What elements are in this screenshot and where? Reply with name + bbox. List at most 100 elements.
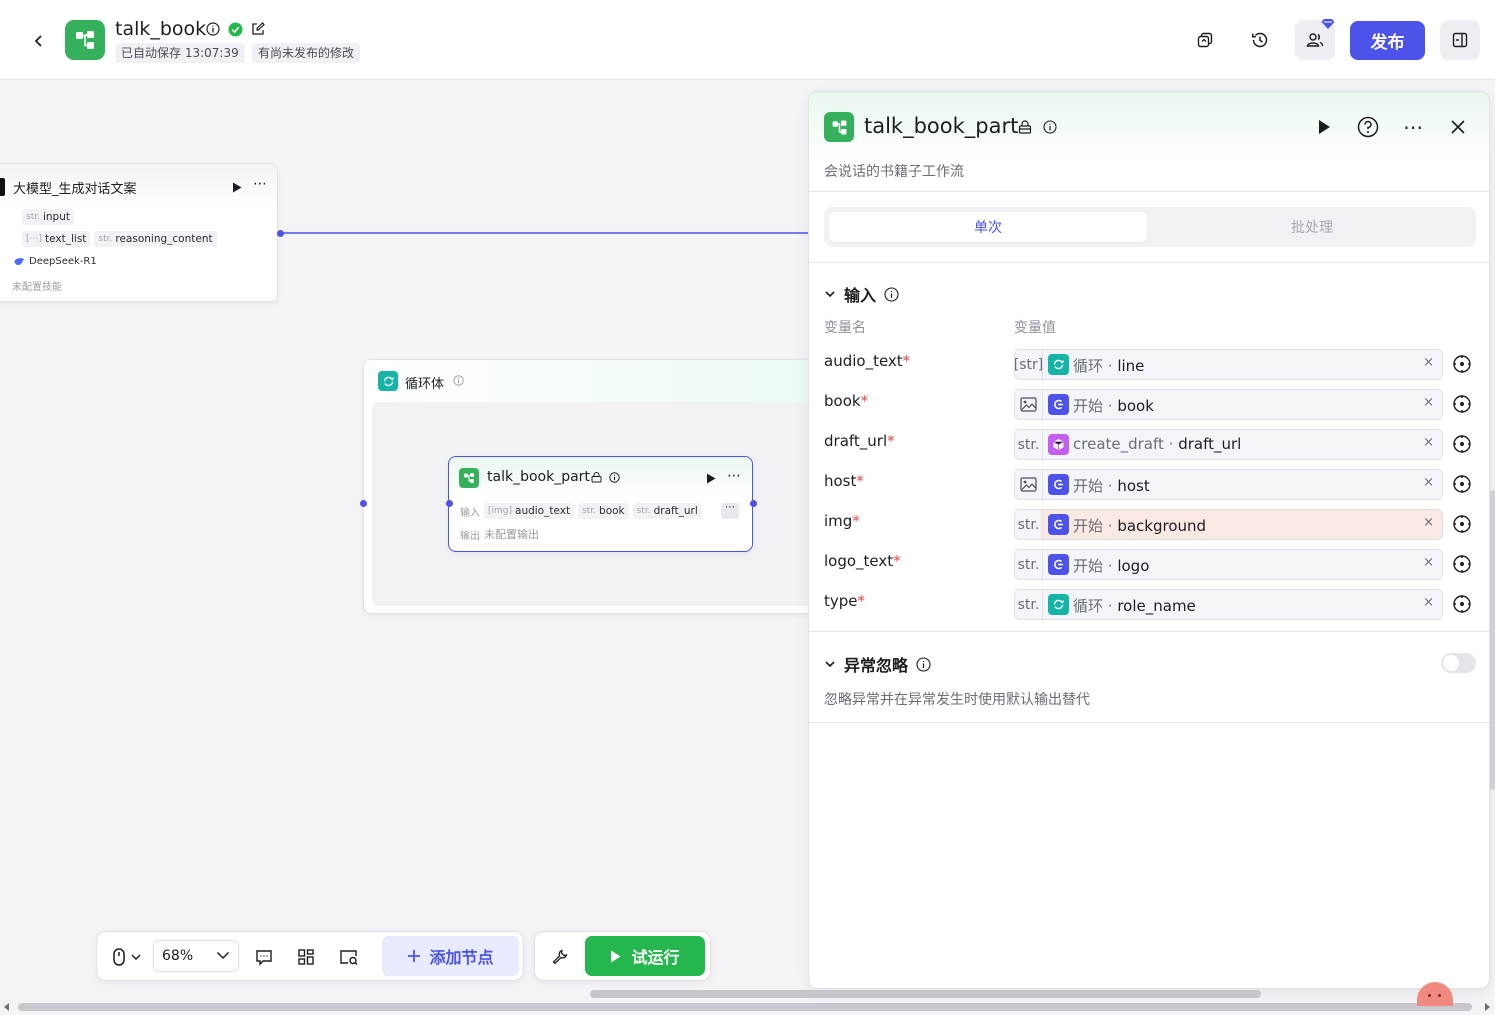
- add-node-button[interactable]: 添加节点: [382, 936, 519, 976]
- back-chevron-icon[interactable]: [28, 30, 50, 52]
- clear-icon[interactable]: ×: [1423, 515, 1434, 530]
- test-run-button[interactable]: 试运行: [585, 936, 705, 976]
- history-button[interactable]: [1240, 20, 1280, 60]
- deepseek-icon: [14, 257, 25, 266]
- loop-source-icon: [1048, 594, 1069, 615]
- target-select-icon[interactable]: [1452, 394, 1472, 414]
- clear-icon[interactable]: ×: [1423, 475, 1434, 490]
- variable-value-field[interactable]: 开始 · book ×: [1014, 389, 1443, 420]
- wrench-icon[interactable]: [547, 944, 573, 970]
- info-icon[interactable]: [206, 22, 220, 36]
- target-select-icon[interactable]: [1452, 434, 1472, 454]
- info-icon[interactable]: [1043, 120, 1057, 134]
- column-header-value: 变量值: [1014, 320, 1056, 336]
- node-config-panel: talk_book_part ⋯ 会说话的书籍子工作流 单次 批处理 输入 变量…: [808, 91, 1490, 989]
- auto-layout-icon[interactable]: [293, 944, 319, 970]
- info-icon[interactable]: [884, 286, 899, 302]
- run-node-button[interactable]: [1311, 114, 1337, 140]
- sub-node-input-port[interactable]: [446, 500, 453, 507]
- horizontal-scrollbar[interactable]: [18, 1003, 1472, 1011]
- publish-button[interactable]: 发布: [1350, 21, 1425, 60]
- target-select-icon[interactable]: [1452, 554, 1472, 574]
- target-select-icon[interactable]: [1452, 594, 1472, 614]
- zoom-select[interactable]: 68%: [153, 940, 239, 972]
- llm-output-chip: str. reasoning_content: [94, 231, 217, 247]
- comment-icon[interactable]: [251, 944, 277, 970]
- variable-reference: 开始 · background: [1073, 517, 1207, 535]
- exception-ignore-toggle[interactable]: [1441, 653, 1476, 673]
- play-icon[interactable]: [706, 473, 716, 484]
- variable-reference: 开始 · logo: [1073, 557, 1150, 575]
- start-source-icon: [1048, 554, 1069, 575]
- clear-icon[interactable]: ×: [1423, 435, 1434, 450]
- minimap-icon[interactable]: [336, 944, 362, 970]
- vertical-scrollbar[interactable]: [1490, 490, 1495, 790]
- type-label: str.: [1015, 590, 1043, 619]
- copy-workflow-button[interactable]: [1185, 20, 1225, 60]
- llm-input-chip: str. input: [22, 209, 74, 225]
- llm-model-row: DeepSeek-R1: [14, 256, 97, 267]
- target-select-icon[interactable]: [1452, 474, 1472, 494]
- chevron-down-icon[interactable]: [824, 288, 836, 300]
- app-logo-icon: [65, 20, 105, 60]
- run-mode-tabs: 单次 批处理: [824, 207, 1476, 247]
- plugin-source-icon: [1048, 434, 1069, 455]
- mouse-mode-icon[interactable]: [107, 944, 147, 970]
- sub-node-title: talk_book_part: [487, 469, 590, 485]
- exception-section-header[interactable]: 异常忽略: [824, 652, 931, 676]
- start-source-icon: [1048, 474, 1069, 495]
- loop-icon: [378, 371, 398, 391]
- llm-output-chip: [⋯] text_list: [22, 231, 91, 247]
- variable-value-field[interactable]: [str] 循环 · line ×: [1014, 349, 1443, 380]
- collaborators-button[interactable]: [1295, 18, 1335, 60]
- sub-node-output-port[interactable]: [750, 500, 757, 507]
- variable-value-field[interactable]: 开始 · host ×: [1014, 469, 1443, 500]
- clear-icon[interactable]: ×: [1423, 595, 1434, 610]
- llm-input-row: str. input: [22, 209, 74, 225]
- variable-reference: create_draft · draft_url: [1073, 435, 1242, 453]
- loop-input-port[interactable]: [360, 500, 367, 507]
- tab-batch[interactable]: 批处理: [1153, 212, 1471, 242]
- clear-icon[interactable]: ×: [1423, 555, 1434, 570]
- variable-value-field[interactable]: str. 循环 · role_name ×: [1014, 589, 1443, 620]
- variable-value-field[interactable]: str. 开始 · background ×: [1014, 509, 1443, 540]
- info-icon[interactable]: [453, 375, 464, 386]
- variable-value-field[interactable]: str. create_draft · draft_url ×: [1014, 429, 1443, 460]
- clear-icon[interactable]: ×: [1423, 395, 1434, 410]
- start-source-icon: [1048, 394, 1069, 415]
- canvas-scrollbar-thumb[interactable]: [590, 990, 1261, 998]
- workflow-icon: [824, 112, 854, 142]
- sub-input-chip: str. draft_url: [632, 503, 702, 519]
- scroll-left-icon[interactable]: [4, 1003, 10, 1011]
- more-inputs-icon[interactable]: ⋯: [721, 503, 739, 519]
- tab-single[interactable]: 单次: [829, 212, 1147, 242]
- llm-output-port[interactable]: [277, 230, 284, 237]
- type-label: str.: [1015, 550, 1043, 579]
- start-source-icon: [1048, 514, 1069, 535]
- chevron-down-icon[interactable]: [824, 658, 836, 670]
- unpublished-status: 有尚未发布的修改: [252, 43, 361, 63]
- exception-description: 忽略异常并在异常发生时使用默认输出替代: [824, 692, 1090, 708]
- more-icon[interactable]: ⋯: [727, 469, 741, 483]
- close-icon[interactable]: [1445, 114, 1471, 140]
- info-icon[interactable]: [609, 472, 620, 483]
- more-icon[interactable]: ⋯: [253, 177, 267, 191]
- help-icon[interactable]: [1355, 114, 1381, 140]
- target-select-icon[interactable]: [1452, 514, 1472, 534]
- input-section-header[interactable]: 输入: [824, 282, 899, 306]
- lock-icon: [591, 472, 602, 483]
- info-icon[interactable]: [916, 656, 931, 672]
- sub-input-chip: [img] audio_text: [484, 503, 575, 519]
- scroll-right-icon[interactable]: [1484, 1003, 1490, 1011]
- diamond-badge-icon: [1321, 18, 1335, 30]
- edit-icon[interactable]: [251, 22, 265, 36]
- toggle-panel-button[interactable]: [1440, 20, 1480, 60]
- lock-icon: [1018, 120, 1032, 134]
- clear-icon[interactable]: ×: [1423, 355, 1434, 370]
- play-icon[interactable]: [232, 182, 242, 193]
- more-options-icon[interactable]: ⋯: [1400, 114, 1426, 140]
- type-label: [str]: [1015, 350, 1043, 379]
- run-toolbar: 试运行: [534, 931, 711, 981]
- variable-value-field[interactable]: str. 开始 · logo ×: [1014, 549, 1443, 580]
- target-select-icon[interactable]: [1452, 354, 1472, 374]
